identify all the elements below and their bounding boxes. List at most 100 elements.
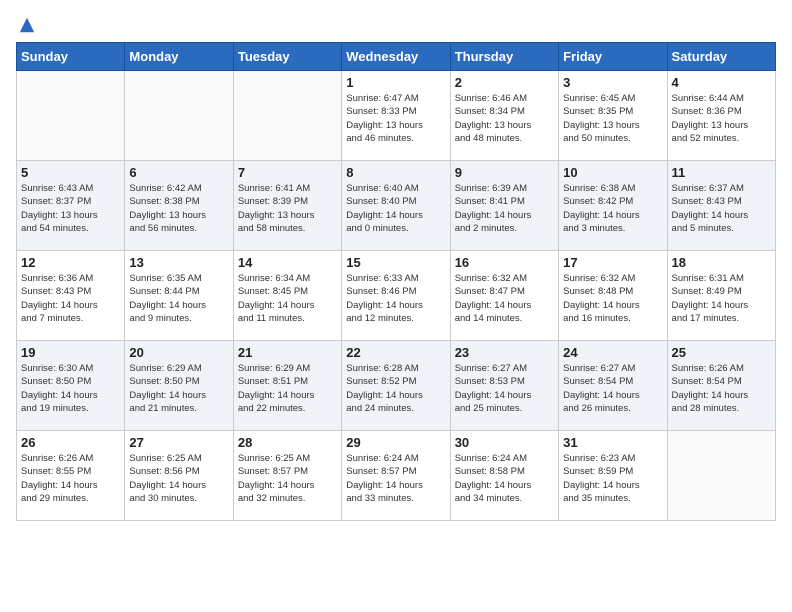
day-number: 11 — [672, 165, 771, 180]
calendar-day-cell — [233, 71, 341, 161]
day-number: 26 — [21, 435, 120, 450]
day-info: Sunrise: 6:34 AM Sunset: 8:45 PM Dayligh… — [238, 272, 337, 325]
day-number: 1 — [346, 75, 445, 90]
day-number: 19 — [21, 345, 120, 360]
day-info: Sunrise: 6:44 AM Sunset: 8:36 PM Dayligh… — [672, 92, 771, 145]
day-info: Sunrise: 6:28 AM Sunset: 8:52 PM Dayligh… — [346, 362, 445, 415]
day-of-week-header: Wednesday — [342, 43, 450, 71]
calendar-table: SundayMondayTuesdayWednesdayThursdayFrid… — [16, 42, 776, 521]
day-of-week-header: Tuesday — [233, 43, 341, 71]
calendar-day-cell: 8 Sunrise: 6:40 AM Sunset: 8:40 PM Daylig… — [342, 161, 450, 251]
calendar-day-cell: 9 Sunrise: 6:39 AM Sunset: 8:41 PM Daylig… — [450, 161, 558, 251]
day-number: 13 — [129, 255, 228, 270]
calendar-day-cell — [17, 71, 125, 161]
day-info: Sunrise: 6:30 AM Sunset: 8:50 PM Dayligh… — [21, 362, 120, 415]
calendar-day-cell: 14Sunrise: 6:34 AM Sunset: 8:45 PM Dayli… — [233, 251, 341, 341]
day-number: 10 — [563, 165, 662, 180]
calendar-day-cell: 29 Sunrise: 6:24 AM Sunset: 8:57 PM Dayli… — [342, 431, 450, 521]
day-info: Sunrise: 6:24 AM Sunset: 8:58 PM Dayligh… — [455, 452, 554, 505]
calendar-day-cell: 1 Sunrise: 6:47 AM Sunset: 8:33 PM Daylig… — [342, 71, 450, 161]
day-number: 9 — [455, 165, 554, 180]
day-info: Sunrise: 6:32 AM Sunset: 8:47 PM Dayligh… — [455, 272, 554, 325]
calendar-day-cell: 5 Sunrise: 6:43 AM Sunset: 8:37 PM Daylig… — [17, 161, 125, 251]
day-number: 3 — [563, 75, 662, 90]
day-number: 29 — [346, 435, 445, 450]
calendar-day-cell: 3Sunrise: 6:45 AM Sunset: 8:35 PM Daylig… — [559, 71, 667, 161]
day-info: Sunrise: 6:25 AM Sunset: 8:57 PM Dayligh… — [238, 452, 337, 505]
calendar-day-cell: 2 Sunrise: 6:46 AM Sunset: 8:34 PM Daylig… — [450, 71, 558, 161]
calendar-day-cell: 16 Sunrise: 6:32 AM Sunset: 8:47 PM Dayli… — [450, 251, 558, 341]
calendar-day-cell: 27 Sunrise: 6:25 AM Sunset: 8:56 PM Dayli… — [125, 431, 233, 521]
calendar-day-cell: 20Sunrise: 6:29 AM Sunset: 8:50 PM Dayli… — [125, 341, 233, 431]
day-info: Sunrise: 6:31 AM Sunset: 8:49 PM Dayligh… — [672, 272, 771, 325]
calendar-day-cell: 13 Sunrise: 6:35 AM Sunset: 8:44 PM Dayli… — [125, 251, 233, 341]
day-number: 7 — [238, 165, 337, 180]
calendar-day-cell: 19 Sunrise: 6:30 AM Sunset: 8:50 PM Dayli… — [17, 341, 125, 431]
day-number: 8 — [346, 165, 445, 180]
day-of-week-header: Saturday — [667, 43, 775, 71]
day-info: Sunrise: 6:27 AM Sunset: 8:53 PM Dayligh… — [455, 362, 554, 415]
calendar-day-cell: 28 Sunrise: 6:25 AM Sunset: 8:57 PM Dayli… — [233, 431, 341, 521]
day-info: Sunrise: 6:26 AM Sunset: 8:54 PM Dayligh… — [672, 362, 771, 415]
day-info: Sunrise: 6:39 AM Sunset: 8:41 PM Dayligh… — [455, 182, 554, 235]
logo-icon — [18, 16, 36, 34]
day-number: 5 — [21, 165, 120, 180]
day-number: 21 — [238, 345, 337, 360]
day-number: 12 — [21, 255, 120, 270]
day-info: Sunrise: 6:38 AM Sunset: 8:42 PM Dayligh… — [563, 182, 662, 235]
calendar-day-cell: 30 Sunrise: 6:24 AM Sunset: 8:58 PM Dayli… — [450, 431, 558, 521]
day-info: Sunrise: 6:43 AM Sunset: 8:37 PM Dayligh… — [21, 182, 120, 235]
day-info: Sunrise: 6:32 AM Sunset: 8:48 PM Dayligh… — [563, 272, 662, 325]
calendar-day-cell: 24Sunrise: 6:27 AM Sunset: 8:54 PM Dayli… — [559, 341, 667, 431]
day-of-week-header: Monday — [125, 43, 233, 71]
day-info: Sunrise: 6:25 AM Sunset: 8:56 PM Dayligh… — [129, 452, 228, 505]
day-of-week-header: Sunday — [17, 43, 125, 71]
day-info: Sunrise: 6:33 AM Sunset: 8:46 PM Dayligh… — [346, 272, 445, 325]
day-info: Sunrise: 6:46 AM Sunset: 8:34 PM Dayligh… — [455, 92, 554, 145]
calendar-day-cell — [125, 71, 233, 161]
day-number: 16 — [455, 255, 554, 270]
day-number: 2 — [455, 75, 554, 90]
calendar-day-cell: 7 Sunrise: 6:41 AM Sunset: 8:39 PM Daylig… — [233, 161, 341, 251]
day-number: 27 — [129, 435, 228, 450]
day-number: 24 — [563, 345, 662, 360]
day-info: Sunrise: 6:40 AM Sunset: 8:40 PM Dayligh… — [346, 182, 445, 235]
calendar-day-cell: 22 Sunrise: 6:28 AM Sunset: 8:52 PM Dayli… — [342, 341, 450, 431]
day-number: 15 — [346, 255, 445, 270]
day-of-week-header: Friday — [559, 43, 667, 71]
day-number: 18 — [672, 255, 771, 270]
calendar-day-cell — [667, 431, 775, 521]
day-info: Sunrise: 6:35 AM Sunset: 8:44 PM Dayligh… — [129, 272, 228, 325]
day-number: 22 — [346, 345, 445, 360]
day-number: 4 — [672, 75, 771, 90]
calendar-day-cell: 21 Sunrise: 6:29 AM Sunset: 8:51 PM Dayli… — [233, 341, 341, 431]
logo — [16, 16, 36, 34]
day-number: 23 — [455, 345, 554, 360]
day-info: Sunrise: 6:24 AM Sunset: 8:57 PM Dayligh… — [346, 452, 445, 505]
calendar-day-cell: 18 Sunrise: 6:31 AM Sunset: 8:49 PM Dayli… — [667, 251, 775, 341]
page-header — [16, 16, 776, 34]
day-of-week-header: Thursday — [450, 43, 558, 71]
calendar-day-cell: 23 Sunrise: 6:27 AM Sunset: 8:53 PM Dayli… — [450, 341, 558, 431]
calendar-day-cell: 25 Sunrise: 6:26 AM Sunset: 8:54 PM Dayli… — [667, 341, 775, 431]
calendar-day-cell: 26Sunrise: 6:26 AM Sunset: 8:55 PM Dayli… — [17, 431, 125, 521]
day-number: 28 — [238, 435, 337, 450]
calendar-header-row: SundayMondayTuesdayWednesdayThursdayFrid… — [17, 43, 776, 71]
calendar-week-row: 26Sunrise: 6:26 AM Sunset: 8:55 PM Dayli… — [17, 431, 776, 521]
calendar-day-cell: 12Sunrise: 6:36 AM Sunset: 8:43 PM Dayli… — [17, 251, 125, 341]
day-info: Sunrise: 6:41 AM Sunset: 8:39 PM Dayligh… — [238, 182, 337, 235]
day-info: Sunrise: 6:29 AM Sunset: 8:51 PM Dayligh… — [238, 362, 337, 415]
day-info: Sunrise: 6:37 AM Sunset: 8:43 PM Dayligh… — [672, 182, 771, 235]
day-number: 25 — [672, 345, 771, 360]
calendar-day-cell: 6Sunrise: 6:42 AM Sunset: 8:38 PM Daylig… — [125, 161, 233, 251]
day-info: Sunrise: 6:47 AM Sunset: 8:33 PM Dayligh… — [346, 92, 445, 145]
day-number: 31 — [563, 435, 662, 450]
calendar-day-cell: 10 Sunrise: 6:38 AM Sunset: 8:42 PM Dayli… — [559, 161, 667, 251]
day-number: 30 — [455, 435, 554, 450]
day-number: 20 — [129, 345, 228, 360]
calendar-week-row: 19 Sunrise: 6:30 AM Sunset: 8:50 PM Dayli… — [17, 341, 776, 431]
calendar-day-cell: 17 Sunrise: 6:32 AM Sunset: 8:48 PM Dayli… — [559, 251, 667, 341]
day-number: 17 — [563, 255, 662, 270]
calendar-week-row: 12Sunrise: 6:36 AM Sunset: 8:43 PM Dayli… — [17, 251, 776, 341]
calendar-day-cell: 11 Sunrise: 6:37 AM Sunset: 8:43 PM Dayli… — [667, 161, 775, 251]
